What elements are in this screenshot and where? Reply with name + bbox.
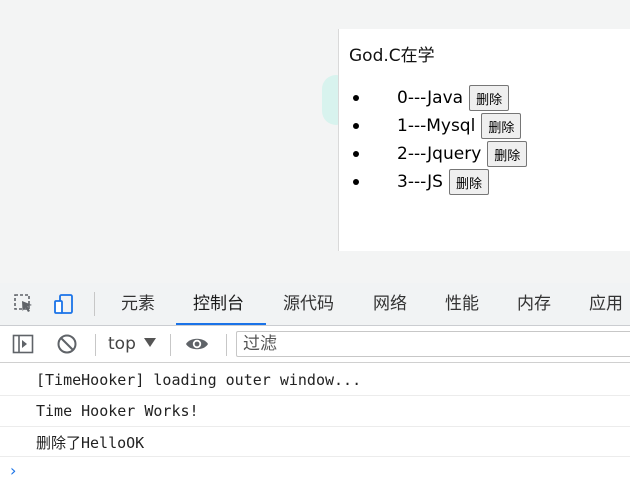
tab-memory[interactable]: 内存 <box>517 283 551 325</box>
delete-button[interactable]: 删除 <box>469 85 510 111</box>
tab-application[interactable]: 应用 <box>589 283 623 325</box>
filter-input[interactable] <box>236 331 630 357</box>
list-item: 0---Java 删除 <box>352 84 527 112</box>
context-selector[interactable]: top <box>108 333 136 355</box>
devtools-tabbar: 元素 控制台 源代码 网络 性能 内存 应用 <box>0 283 630 326</box>
console-output: [TimeHooker] loading outer window... Tim… <box>0 363 630 494</box>
inspect-element-icon[interactable] <box>13 293 35 315</box>
toolbar-divider <box>94 292 95 316</box>
list-item: 3---JS 删除 <box>352 168 527 196</box>
devtools-panel: 元素 控制台 源代码 网络 性能 内存 应用 top 过滤 [TimeHooke… <box>0 283 630 494</box>
device-toolbar-icon[interactable] <box>53 293 75 315</box>
list-item: 2---Jquery 删除 <box>352 140 528 168</box>
tab-network[interactable]: 网络 <box>373 283 407 325</box>
clear-console-icon[interactable] <box>56 333 78 355</box>
console-message: 删除了HelloOK <box>0 426 630 457</box>
console-message-text: 删除了HelloOK <box>36 434 145 452</box>
toolbar-divider <box>226 334 227 356</box>
eye-icon[interactable] <box>185 333 208 355</box>
chevron-down-icon <box>144 338 156 347</box>
list-item-text: 2---Jquery <box>397 144 482 164</box>
toolbar-divider <box>95 334 96 356</box>
tab-performance[interactable]: 性能 <box>445 283 479 325</box>
console-toolbar: top <box>0 326 630 363</box>
console-message-text: Time Hooker Works! <box>36 402 199 420</box>
active-tab-indicator <box>176 323 266 325</box>
console-message: Time Hooker Works! <box>0 396 630 427</box>
delete-button[interactable]: 删除 <box>481 113 522 139</box>
tab-console[interactable]: 控制台 <box>193 283 244 325</box>
todo-list: 0---Java 删除 1---Mysql 删除 2---Jquery 删除 3… <box>352 84 528 196</box>
console-message-text: [TimeHooker] loading outer window... <box>36 371 362 389</box>
show-sidebar-icon[interactable] <box>12 333 34 355</box>
toolbar-divider <box>170 334 171 356</box>
tab-sources[interactable]: 源代码 <box>283 283 334 325</box>
list-item-text: 1---Mysql <box>397 116 476 136</box>
tab-elements[interactable]: 元素 <box>121 283 155 325</box>
page-title: God.C在学 <box>349 46 435 66</box>
delete-button[interactable]: 删除 <box>487 141 528 167</box>
console-prompt-icon[interactable]: › <box>10 461 16 480</box>
page-viewport: God.C在学 0---Java 删除 1---Mysql 删除 2---Jqu… <box>0 0 630 283</box>
console-message: [TimeHooker] loading outer window... <box>0 365 630 396</box>
page-content: God.C在学 0---Java 删除 1---Mysql 删除 2---Jqu… <box>338 29 630 251</box>
list-item-text: 3---JS <box>397 172 443 192</box>
list-item: 1---Mysql 删除 <box>352 112 527 140</box>
list-item-text: 0---Java <box>397 88 464 108</box>
delete-button[interactable]: 删除 <box>448 169 489 195</box>
